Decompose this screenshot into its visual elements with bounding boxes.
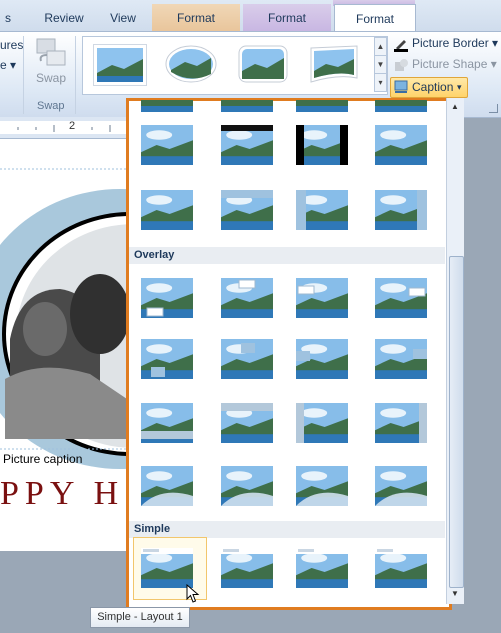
tab-format-1[interactable]: Format — [152, 4, 240, 32]
caption-layout-item[interactable] — [375, 548, 427, 588]
caption-layout-item[interactable] — [221, 190, 273, 230]
section-header-overlay: Overlay — [129, 247, 445, 264]
ribbon-partial-label-mid[interactable]: e ▾ — [0, 58, 16, 72]
scroll-up-arrow-icon[interactable]: ▲ — [448, 100, 462, 114]
caption-layout-item[interactable] — [221, 403, 273, 443]
layout-tooltip: Simple - Layout 1 — [90, 607, 190, 628]
caption-layout-item[interactable] — [296, 278, 348, 318]
caption-layout-item[interactable] — [221, 339, 273, 379]
style-thumb-4[interactable] — [308, 44, 360, 84]
gallery-more-button[interactable]: ▾ — [374, 73, 387, 92]
caption-layout-item[interactable] — [296, 125, 348, 165]
caption-layout-item[interactable] — [296, 548, 348, 588]
caption-layout-item[interactable] — [221, 466, 273, 506]
caption-layout-item[interactable] — [221, 278, 273, 318]
caption-layout-item[interactable] — [296, 466, 348, 506]
group-divider — [75, 36, 76, 114]
swap-icon — [33, 37, 69, 71]
gallery-scroll-up-button[interactable]: ▲ — [374, 37, 387, 56]
document-page: Picture caption PPY H — [0, 139, 127, 551]
caption-layout-item[interactable] — [375, 466, 427, 506]
caption-layout-item[interactable] — [141, 278, 193, 318]
tab-partial[interactable]: s — [0, 4, 16, 32]
banner-text[interactable]: PPY H — [0, 475, 124, 513]
horizontal-ruler: 2 — [0, 117, 127, 139]
tab-format-2[interactable]: Format — [243, 4, 331, 32]
caption-layout-item[interactable] — [141, 339, 193, 379]
tab-view[interactable]: View — [96, 4, 150, 32]
caption-layout-item[interactable] — [375, 100, 427, 112]
caption-label: Caption — [412, 80, 454, 94]
caption-icon — [394, 80, 408, 94]
ribbon-partial-label-top[interactable]: ures — [0, 38, 23, 52]
picture-border-label: Picture Border — [412, 36, 489, 50]
swap-group-label: Swap — [37, 100, 65, 112]
picture-caption-text[interactable]: Picture caption — [3, 452, 82, 466]
caption-layout-item[interactable] — [141, 466, 193, 506]
caption-layout-item[interactable] — [221, 548, 273, 588]
group-divider — [23, 36, 24, 114]
chevron-down-icon: ▾ — [457, 82, 462, 92]
dropdown-scrollbar[interactable]: ▲ ▼ — [446, 98, 464, 604]
tab-format-active[interactable]: Format — [334, 4, 416, 33]
style-thumb-2[interactable] — [165, 44, 217, 84]
caption-layout-item[interactable] — [141, 403, 193, 443]
picture-border-button[interactable]: Picture Border ▾ — [412, 34, 498, 53]
mouse-cursor-icon — [186, 583, 200, 604]
ruler-mark: 2 — [69, 120, 76, 132]
scrollbar-thumb[interactable] — [449, 256, 464, 588]
picture-shape-label: Picture Shape — [412, 57, 488, 71]
scroll-down-arrow-icon[interactable]: ▼ — [448, 587, 462, 601]
picture-border-icon — [393, 36, 409, 52]
caption-layout-item[interactable] — [375, 278, 427, 318]
style-thumb-3[interactable] — [237, 44, 289, 84]
caption-layout-item[interactable] — [375, 339, 427, 379]
caption-layout-item[interactable] — [141, 548, 193, 588]
caption-layout-item[interactable] — [375, 190, 427, 230]
caption-layout-item[interactable] — [296, 190, 348, 230]
caption-layout-item[interactable] — [296, 403, 348, 443]
caption-layout-item[interactable] — [221, 125, 273, 165]
swap-button[interactable]: Swap — [36, 71, 66, 85]
style-thumb-1[interactable] — [93, 44, 147, 86]
gallery-scroll-down-button[interactable]: ▼ — [374, 55, 387, 74]
picture-shape-icon — [393, 57, 409, 73]
caption-button[interactable]: Caption ▾ — [390, 77, 468, 98]
section-header-simple: Simple — [129, 521, 445, 538]
caption-layout-item[interactable] — [375, 403, 427, 443]
picture-shape-button[interactable]: Picture Shape ▾ — [412, 55, 497, 74]
caption-layout-item[interactable] — [141, 100, 193, 112]
caption-layout-item[interactable] — [375, 125, 427, 165]
dialog-launcher-icon[interactable] — [489, 104, 498, 113]
caption-layout-item[interactable] — [296, 100, 348, 112]
caption-layout-item[interactable] — [221, 100, 273, 112]
caption-layout-item[interactable] — [296, 339, 348, 379]
caption-layout-item[interactable] — [141, 190, 193, 230]
caption-layout-item[interactable] — [141, 125, 193, 165]
tab-review[interactable]: Review — [36, 4, 92, 32]
